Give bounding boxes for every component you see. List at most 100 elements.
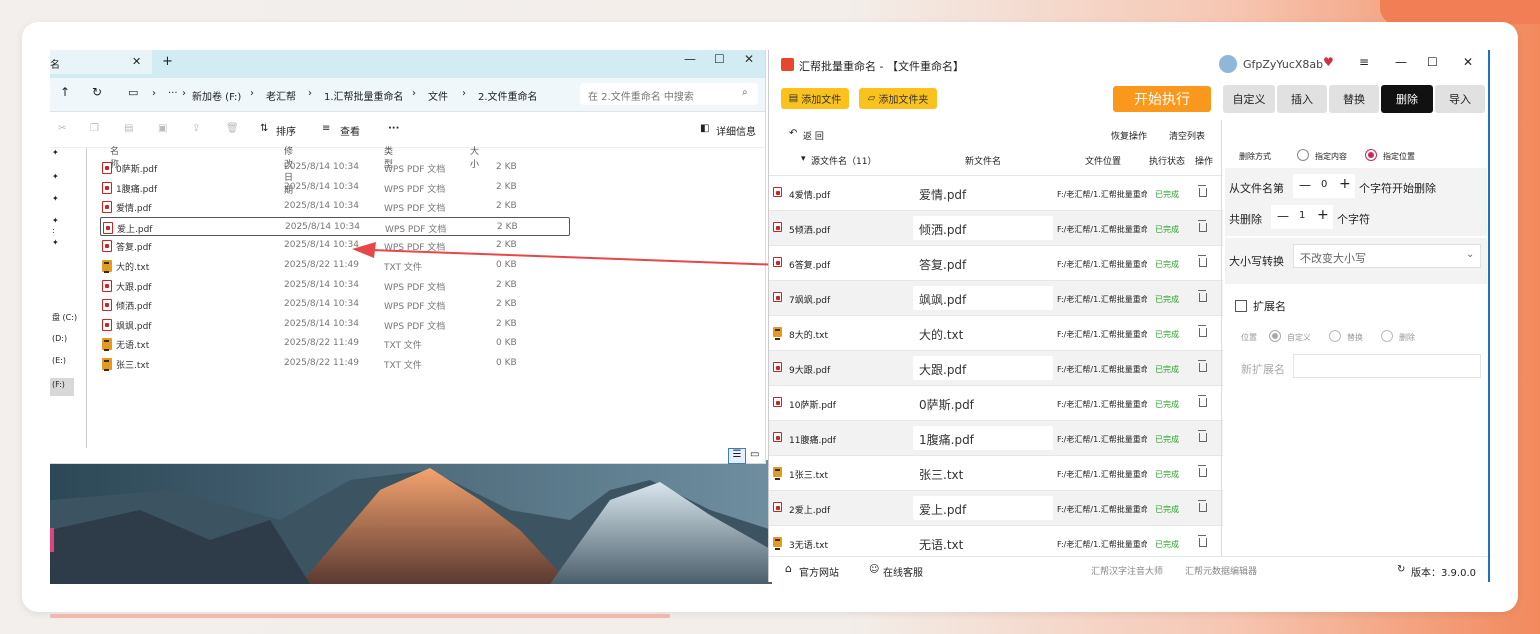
status-badge: 已完成 <box>1155 470 1179 479</box>
start-button[interactable]: 开始执行 <box>1113 86 1211 112</box>
minimize-icon[interactable]: — <box>1395 55 1407 69</box>
pdf-file-icon <box>773 397 782 407</box>
source-name: 7飒飒.pdf <box>789 296 831 306</box>
radio-position[interactable] <box>1365 149 1377 161</box>
trash-icon[interactable] <box>1197 500 1207 512</box>
table-row[interactable]: 4爱情.pdf 爱情.pdf F:/老汇帮/1.汇帮批量重命 已完成 <box>769 176 1223 211</box>
trash-icon[interactable] <box>1197 395 1207 407</box>
pdf-file-icon <box>773 432 782 442</box>
table-row[interactable]: 8大的.txt 大的.txt F:/老汇帮/1.汇帮批量重命 已完成 <box>769 316 1223 351</box>
count-stepper[interactable]: — 1 + <box>1271 205 1333 229</box>
table-row[interactable]: 11腹痛.pdf 1腹痛.pdf F:/老汇帮/1.汇帮批量重命 已完成 <box>769 421 1223 456</box>
new-name-field[interactable]: 爱上.pdf <box>913 496 1053 520</box>
count-suffix: 个字符 <box>1337 213 1370 226</box>
new-name-field[interactable]: 倾洒.pdf <box>913 216 1053 240</box>
back-button[interactable]: 返 回 <box>803 129 824 142</box>
app-footer: ⌂ 官方网站 ☺ 在线客服 汇帮汉字注音大师 汇帮元数据编辑器 ↻ 版本：3.9… <box>769 556 1491 582</box>
trash-icon[interactable] <box>1197 360 1207 372</box>
status-badge: 已完成 <box>1155 330 1179 339</box>
tab-insert[interactable]: 插入 <box>1277 85 1327 113</box>
trash-icon[interactable] <box>1197 430 1207 442</box>
new-name-field[interactable]: 爱情.pdf <box>913 181 1053 205</box>
new-ext-input[interactable] <box>1293 354 1481 378</box>
trash-icon[interactable] <box>1197 465 1207 477</box>
add-folder-button[interactable]: ▱ 添加文件夹 <box>859 88 937 109</box>
table-row[interactable]: 10萨斯.pdf 0萨斯.pdf F:/老汇帮/1.汇帮批量重命 已完成 <box>769 386 1223 421</box>
minus-icon[interactable]: — <box>1277 209 1289 223</box>
file-location: F:/老汇帮/1.汇帮批量重命 <box>1057 435 1147 444</box>
add-folder-label: 添加文件夹 <box>878 95 929 106</box>
table-row[interactable]: 1张三.txt 张三.txt F:/老汇帮/1.汇帮批量重命 已完成 <box>769 456 1223 491</box>
trash-icon[interactable] <box>1197 290 1207 302</box>
tab-import[interactable]: 导入 <box>1435 85 1485 113</box>
username[interactable]: GfpZyYucX8ab <box>1243 58 1323 71</box>
file-location: F:/老汇帮/1.汇帮批量重命 <box>1057 505 1147 514</box>
service-icon: ☺ <box>869 564 880 575</box>
table-row[interactable]: 5倾洒.pdf 倾洒.pdf F:/老汇帮/1.汇帮批量重命 已完成 <box>769 211 1223 246</box>
pinyin-tool-link[interactable]: 汇帮汉字注音大师 <box>1091 564 1163 577</box>
restore-button[interactable]: 恢复操作 <box>1111 129 1147 142</box>
plus-icon[interactable]: + <box>1317 207 1329 223</box>
ext-position-label: 位置 <box>1241 333 1257 342</box>
version-label[interactable]: 版本：3.9.0.0 <box>1411 564 1476 579</box>
table-row[interactable]: 9大跟.pdf 大跟.pdf F:/老汇帮/1.汇帮批量重命 已完成 <box>769 351 1223 386</box>
minus-icon[interactable]: — <box>1299 178 1311 192</box>
avatar[interactable] <box>1219 55 1237 73</box>
new-name-field[interactable]: 大的.txt <box>913 321 1053 345</box>
table-row[interactable]: 2爱上.pdf 爱上.pdf F:/老汇帮/1.汇帮批量重命 已完成 <box>769 491 1223 526</box>
plus-icon[interactable]: + <box>1339 176 1351 192</box>
radio-content[interactable] <box>1297 149 1309 161</box>
app-logo-icon <box>781 58 794 71</box>
source-name: 10萨斯.pdf <box>789 401 836 411</box>
col-new: 新文件名 <box>965 157 1002 167</box>
add-file-button[interactable]: ▤ 添加文件 <box>781 88 849 109</box>
new-name-field[interactable]: 0萨斯.pdf <box>913 391 1053 415</box>
col-src[interactable]: 源文件名（11） <box>811 154 876 167</box>
count-value[interactable]: 1 <box>1299 210 1305 221</box>
tab-replace[interactable]: 替换 <box>1329 85 1379 113</box>
table-header: ▾ 源文件名（11） 新文件名 文件位置 执行状态 操作 <box>769 148 1223 176</box>
metadata-tool-link[interactable]: 汇帮元数据编辑器 <box>1185 564 1257 577</box>
clear-list-button[interactable]: 清空列表 <box>1169 129 1205 142</box>
new-name-field[interactable]: 大跟.pdf <box>913 356 1053 380</box>
new-name-field[interactable]: 1腹痛.pdf <box>913 426 1053 450</box>
from-value[interactable]: 0 <box>1321 179 1327 190</box>
sort-down-icon: ▾ <box>801 154 806 164</box>
file-location: F:/老汇帮/1.汇帮批量重命 <box>1057 365 1147 374</box>
delete-mode-label: 删除方式 <box>1239 152 1271 161</box>
new-name-field[interactable]: 无语.txt <box>913 531 1053 555</box>
menu-icon[interactable]: ≡ <box>1359 55 1369 69</box>
trash-icon[interactable] <box>1197 185 1207 197</box>
trash-icon[interactable] <box>1197 255 1207 267</box>
status-badge: 已完成 <box>1155 225 1179 234</box>
new-name-field[interactable]: 飒飒.pdf <box>913 286 1053 310</box>
status-badge: 已完成 <box>1155 190 1179 199</box>
source-name: 2爱上.pdf <box>789 506 831 516</box>
pdf-file-icon <box>773 502 782 512</box>
new-name-field[interactable]: 答复.pdf <box>913 251 1053 275</box>
official-site-link[interactable]: 官方网站 <box>799 564 839 579</box>
ext-checkbox[interactable] <box>1235 300 1247 312</box>
tab-custom[interactable]: 自定义 <box>1223 85 1275 113</box>
radio-ext-custom[interactable] <box>1269 330 1281 342</box>
trash-icon[interactable] <box>1197 220 1207 232</box>
trash-icon[interactable] <box>1197 325 1207 337</box>
pdf-file-icon <box>773 362 782 372</box>
radio-ext-delete[interactable] <box>1381 330 1393 342</box>
tab-delete[interactable]: 删除 <box>1381 85 1433 113</box>
radio-ext-replace[interactable] <box>1329 330 1341 342</box>
trash-icon[interactable] <box>1197 535 1207 547</box>
new-name-field[interactable]: 张三.txt <box>913 461 1053 485</box>
file-location: F:/老汇帮/1.汇帮批量重命 <box>1057 540 1147 549</box>
case-settings: 大小写转换 不改变大小写 ⌄ <box>1225 238 1487 284</box>
vip-icon[interactable]: ♥ <box>1323 55 1334 69</box>
pdf-file-icon <box>773 222 782 232</box>
case-select[interactable]: 不改变大小写 ⌄ <box>1293 244 1481 268</box>
from-stepper[interactable]: — 0 + <box>1293 174 1355 198</box>
table-row[interactable]: 6答复.pdf 答复.pdf F:/老汇帮/1.汇帮批量重命 已完成 <box>769 246 1223 281</box>
table-row[interactable]: 7飒飒.pdf 飒飒.pdf F:/老汇帮/1.汇帮批量重命 已完成 <box>769 281 1223 316</box>
close-icon[interactable]: ✕ <box>1463 55 1473 69</box>
maximize-icon[interactable]: ☐ <box>1427 55 1438 69</box>
col-op: 操作 <box>1195 157 1214 167</box>
support-link[interactable]: 在线客服 <box>883 564 923 579</box>
